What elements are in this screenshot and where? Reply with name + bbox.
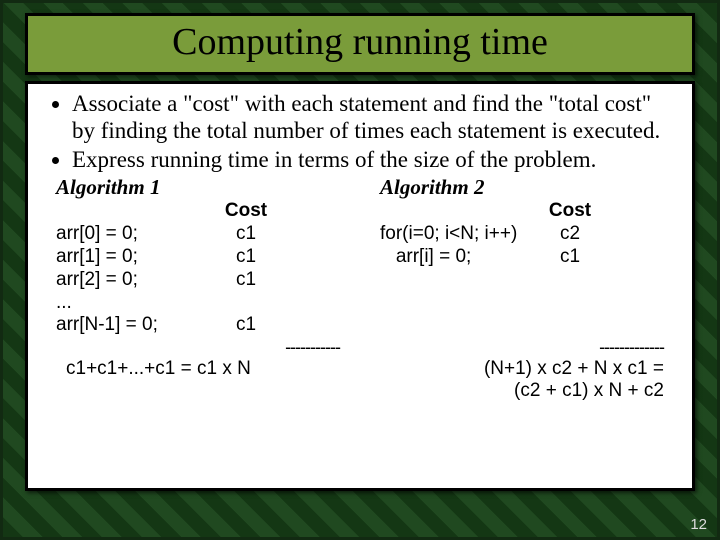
title-box: Computing running time [25,13,695,75]
slide-title: Computing running time [38,20,682,64]
algo2-stmt: for(i=0; i<N; i++) [380,223,540,246]
bullet-item: Express running time in terms of the siz… [72,146,674,173]
algo1-title: Algorithm 1 [56,175,350,200]
algo1-cost [216,292,276,315]
algo2-line: arr[i] = 0; c1 [380,246,674,269]
algo2-body: Cost for(i=0; i<N; i++) c2 arr[i] = 0; c… [380,200,674,337]
algo1-line: arr[N-1] = 0; c1 [56,314,350,337]
slide: Computing running time Associate a "cost… [0,0,720,540]
algo2-line: for(i=0; i<N; i++) c2 [380,223,674,246]
algo2-divider: ------------- [370,337,674,358]
algo2-cost-header: Cost [540,200,600,223]
algo1-cost: c1 [216,314,276,337]
algo1-line: arr[0] = 0; c1 [56,223,350,246]
algo1-cost: c1 [216,246,276,269]
algorithm-2: Algorithm 2 Cost for(i=0; i<N; i++) c2 a… [370,175,674,401]
algo1-body: Cost arr[0] = 0; c1 arr[1] = 0; c1 arr[2… [56,200,350,337]
algo2-result-line1: (N+1) x c2 + N x c1 = [370,358,674,380]
algo1-line: arr[1] = 0; c1 [56,246,350,269]
algo1-cost: c1 [216,269,276,292]
bullet-item: Associate a "cost" with each statement a… [72,90,674,144]
algo2-cost: c1 [540,246,600,269]
algo2-stmt: arr[i] = 0; [380,246,540,269]
algo1-stmt: arr[N-1] = 0; [56,314,216,337]
algo2-result-line2: (c2 + c1) x N + c2 [370,380,674,402]
algo1-stmt: arr[1] = 0; [56,246,216,269]
algo1-line: ... [56,292,350,315]
bullet-list: Associate a "cost" with each statement a… [46,90,674,173]
algorithm-1: Algorithm 1 Cost arr[0] = 0; c1 arr[1] =… [46,175,350,401]
algo1-stmt: arr[2] = 0; [56,269,216,292]
algo1-cost: c1 [216,223,276,246]
algorithms: Algorithm 1 Cost arr[0] = 0; c1 arr[1] =… [46,175,674,401]
algo1-stmt: ... [56,292,216,315]
algo2-title: Algorithm 2 [380,175,674,200]
algo1-stmt: arr[0] = 0; [56,223,216,246]
page-number: 12 [690,516,707,533]
algo1-line: arr[2] = 0; c1 [56,269,350,292]
algo2-cost: c2 [540,223,600,246]
content-box: Associate a "cost" with each statement a… [25,81,695,491]
algo1-result: c1+c1+...+c1 = c1 x N [46,358,350,380]
algo1-divider: ----------- [46,337,350,358]
algo1-cost-header: Cost [216,200,276,223]
